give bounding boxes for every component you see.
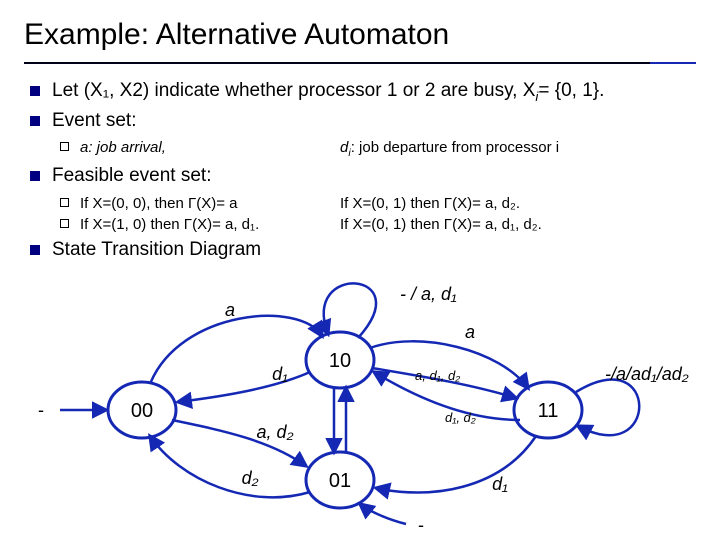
state-11-label: 11: [538, 400, 559, 422]
label-dash-bottom: -: [418, 515, 424, 536]
edge-init-01: [360, 504, 406, 524]
edge-10-00: [178, 372, 310, 402]
label-d1-11-01: d₁: [492, 474, 508, 494]
label-ad2-00-01: a, d₂: [257, 422, 294, 442]
label-self-11: -/a/ad₁/ad₂: [605, 364, 689, 384]
state-11: 11: [514, 382, 582, 438]
b3s1-left: If X=(0, 0), then Γ(X)= a: [80, 193, 340, 214]
bullet-3-sub-2: If X=(1, 0) then Γ(X)= a, d₁. If X=(0, 1…: [80, 214, 696, 235]
state-10-label: 10: [329, 350, 351, 372]
bullet-3: Feasible event set: If X=(0, 0), then Γ(…: [52, 163, 696, 235]
slide-title: Example: Alternative Automaton: [24, 18, 696, 52]
label-self-10: - / a, d₁: [400, 284, 457, 304]
bullet-2-text: Event set:: [52, 110, 137, 131]
bullet-1-text: Let (X₁, X2) indicate whether processor …: [52, 80, 604, 101]
label-d1-10-00: d₁: [272, 364, 288, 384]
state-01: 01: [306, 452, 374, 508]
edge-11-01: [376, 436, 536, 493]
label-dash-left: -: [38, 400, 44, 421]
edge-10-self: [324, 283, 376, 338]
bullet-3-text: Feasible event set:: [52, 165, 211, 186]
state-00-label: 00: [131, 400, 153, 422]
title-rule: [24, 62, 696, 64]
edge-11-self: [576, 380, 639, 436]
label-a-10-11: a: [465, 322, 475, 342]
state-10: 10: [306, 332, 374, 388]
bullet-1-main: Let (X₁, X2) indicate whether processor …: [52, 80, 535, 101]
state-00: 00: [108, 382, 176, 438]
bullet-2-sub: a: job arrival, di: job departure from p…: [52, 137, 696, 161]
bullet-1: Let (X₁, X2) indicate whether processor …: [52, 78, 696, 106]
b3s2-right: If X=(0, 1) then Γ(X)= a, d₁, d₂.: [340, 214, 542, 235]
bullet-3-sub: If X=(0, 0), then Γ(X)= a If X=(0, 1) th…: [52, 193, 696, 235]
bullet-1-tail: = {0, 1}.: [538, 80, 604, 101]
state-01-label: 01: [329, 470, 351, 492]
bullet-4: State Transition Diagram: [52, 237, 696, 263]
label-d2-01-00: d₂: [242, 468, 259, 488]
b2s1-left: a: job arrival,: [80, 139, 166, 156]
label-a-00-10: a: [225, 300, 235, 320]
state-diagram: - - 00 10 01 11: [0, 280, 720, 540]
bullet-2-sub-1: a: job arrival, di: job departure from p…: [80, 137, 696, 161]
b3s2-left: If X=(1, 0) then Γ(X)= a, d₁.: [80, 214, 340, 235]
label-d1d2-11-10: d₁, d₂: [445, 410, 476, 425]
b2s1-right-rest: : job departure from processor i: [351, 139, 559, 156]
bullet-list: Let (X₁, X2) indicate whether processor …: [24, 78, 696, 262]
bullet-3-sub-1: If X=(0, 0), then Γ(X)= a If X=(0, 1) th…: [80, 193, 696, 214]
label-ad1d2-10-11: a, d₁, d₂: [415, 368, 460, 383]
edge-01-00: [150, 436, 310, 497]
edge-00-10: [150, 316, 322, 384]
slide: Example: Alternative Automaton Let (X₁, …: [0, 0, 720, 540]
bullet-2: Event set: a: job arrival, di: job depar…: [52, 108, 696, 161]
bullet-4-text: State Transition Diagram: [52, 239, 261, 260]
b3s1-right: If X=(0, 1) then Γ(X)= a, d₂.: [340, 193, 520, 214]
